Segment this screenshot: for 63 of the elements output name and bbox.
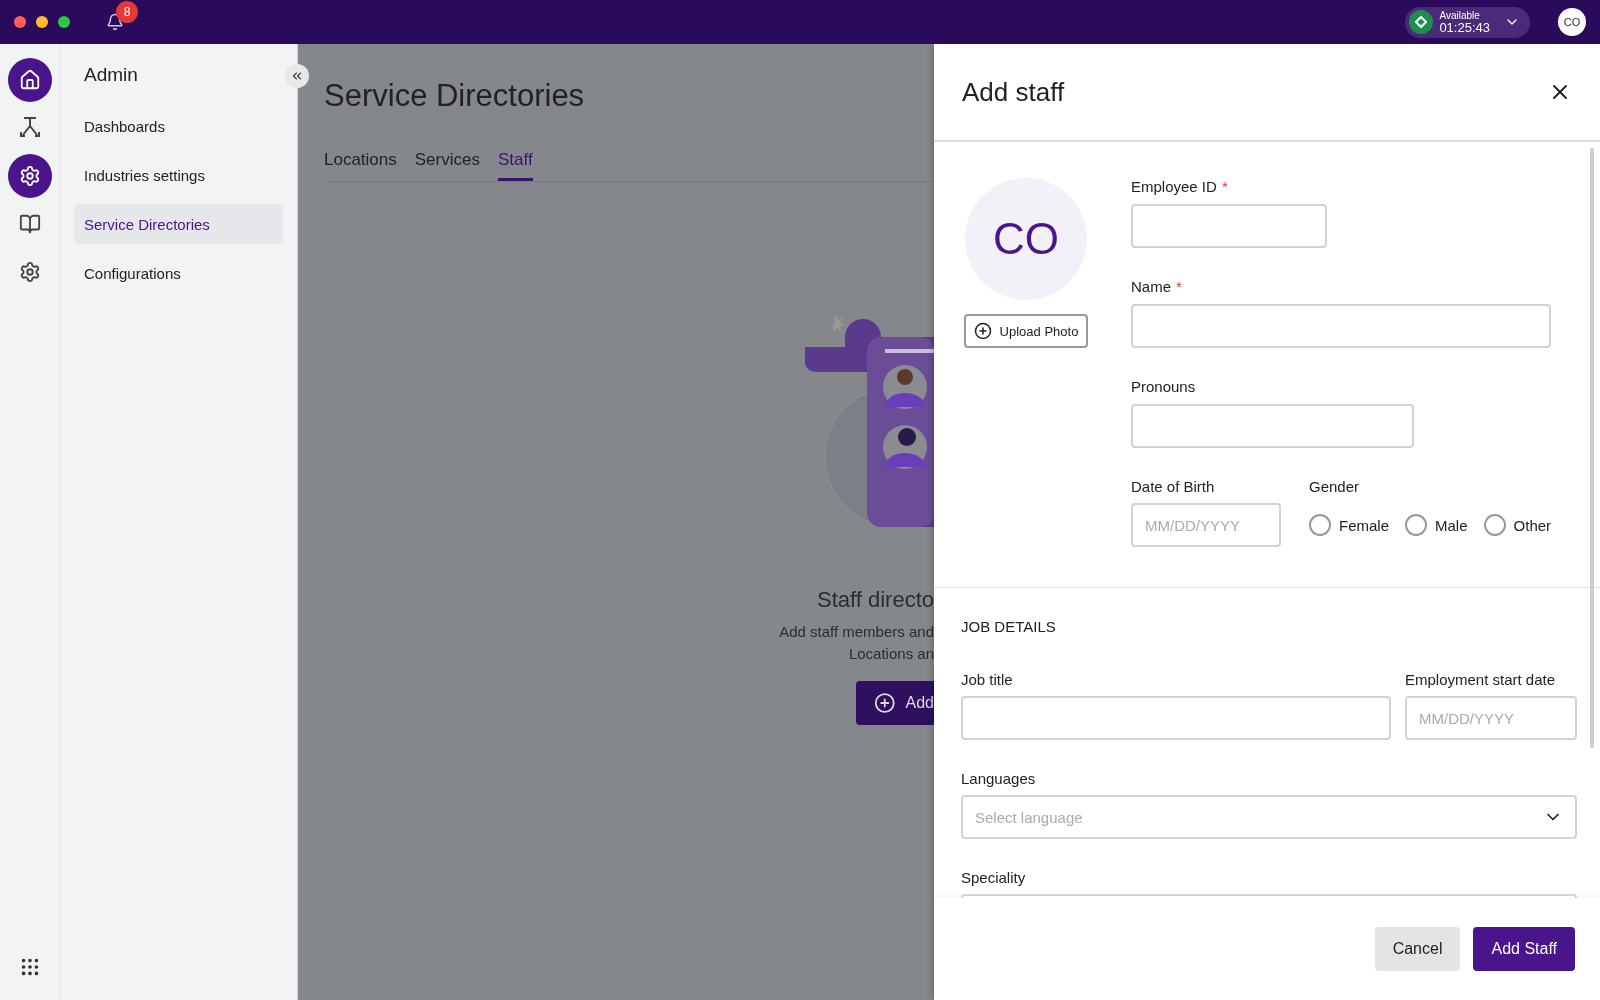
status-selector[interactable]: Available 01:25:43 <box>1405 6 1530 38</box>
maximize-window-dot[interactable] <box>58 16 70 28</box>
field-label: Gender <box>1309 478 1361 495</box>
branch-arrows-icon <box>18 116 41 140</box>
field-label: Languages <box>961 770 1037 787</box>
section-heading: JOB DETAILS <box>961 618 1057 635</box>
radio-option[interactable]: Other <box>1483 514 1552 536</box>
sidebar-title: Admin <box>83 64 139 87</box>
sidebar-item[interactable]: Service Directories <box>74 204 283 244</box>
radio-option[interactable]: Female <box>1309 514 1390 536</box>
nav-rail-button[interactable] <box>7 58 52 102</box>
radio-option[interactable]: Male <box>1405 514 1468 536</box>
plus-circle-icon <box>973 322 992 340</box>
tab[interactable]: Services <box>414 150 480 181</box>
user-avatar[interactable]: CO <box>1558 8 1586 36</box>
drawer-title: Add staff <box>962 76 1065 108</box>
sidebar-item[interactable]: Dashboards <box>74 106 283 146</box>
tab[interactable]: Staff <box>497 150 533 181</box>
date-field[interactable]: MM/DD/YYYY <box>1131 503 1281 547</box>
input-field[interactable] <box>1131 304 1551 348</box>
book-icon <box>18 213 41 235</box>
empty-state-title: Staff directo <box>817 587 934 613</box>
page-title: Service Directories <box>324 78 586 114</box>
scrollbar[interactable] <box>1590 148 1594 748</box>
sidebar-item[interactable]: Configurations <box>74 253 283 293</box>
cancel-button[interactable]: Cancel <box>1374 927 1461 971</box>
tab[interactable]: Locations <box>324 150 397 181</box>
input-field[interactable] <box>961 696 1391 740</box>
radio-circle[interactable] <box>1405 514 1428 536</box>
home-icon <box>18 69 41 91</box>
settings-icon <box>18 165 41 187</box>
collapse-button[interactable] <box>285 64 309 88</box>
close-window-dot[interactable] <box>14 16 26 28</box>
sidebar-item[interactable]: Industries settings <box>74 155 283 195</box>
bell-icon[interactable] <box>106 13 124 31</box>
field-label: Employment start date <box>1405 671 1557 688</box>
field-label: Name <box>1131 278 1171 295</box>
field-label: Speciality <box>961 869 1027 886</box>
minimize-window-dot[interactable] <box>36 16 48 28</box>
field-label: Date of Birth <box>1131 478 1216 495</box>
required-mark: * <box>1176 278 1182 295</box>
field-label: Job title <box>961 671 1014 688</box>
notification-count: 8 <box>116 1 138 23</box>
empty-state-text: Locations an <box>848 644 934 664</box>
status-label: Available <box>1439 9 1481 21</box>
input-field[interactable] <box>1131 404 1414 448</box>
settings-icon <box>18 261 41 283</box>
empty-state-text: Add staff members and <box>779 622 934 642</box>
radio-circle[interactable] <box>1309 514 1331 536</box>
plus-circle-icon <box>874 692 896 714</box>
field-label: Employee ID <box>1131 178 1217 195</box>
add-staff-button[interactable]: Add <box>856 681 934 725</box>
upload-photo-button[interactable]: Upload Photo <box>963 314 1089 348</box>
date-field[interactable]: MM/DD/YYYY <box>1405 696 1577 740</box>
field-label: Pronouns <box>1131 378 1196 395</box>
required-mark: * <box>1221 178 1228 195</box>
staff-avatar: CO <box>965 178 1087 300</box>
status-timer: 01:25:43 <box>1439 20 1490 35</box>
add-staff-button[interactable]: Add Staff <box>1473 927 1575 971</box>
nav-rail-button[interactable] <box>7 154 52 198</box>
collapse-icon <box>290 69 304 83</box>
radio-circle[interactable] <box>1483 514 1506 536</box>
input-field[interactable] <box>1131 204 1327 248</box>
